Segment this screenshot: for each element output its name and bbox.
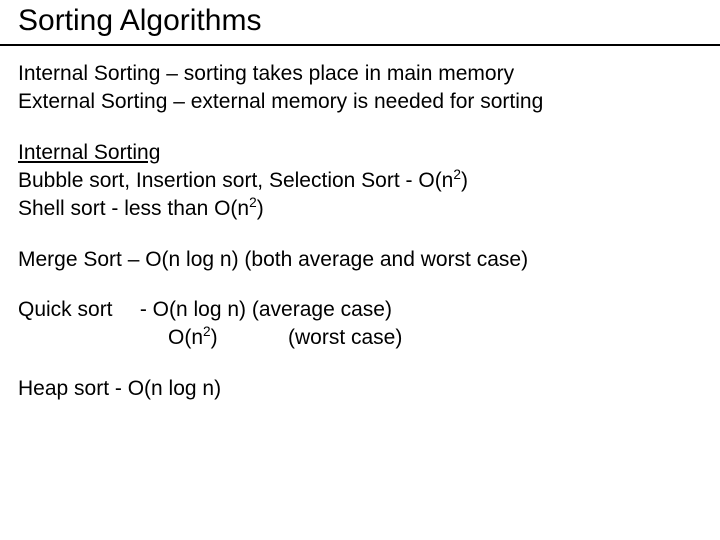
exponent-2: 2 bbox=[453, 167, 461, 182]
simple-sorts-text-b: ) bbox=[461, 169, 468, 192]
definitions-block: Internal Sorting – sorting takes place i… bbox=[18, 60, 702, 117]
shell-sort-line: Shell sort - less than O(n2) bbox=[18, 195, 702, 223]
external-sorting-def: External Sorting – external memory is ne… bbox=[18, 88, 702, 116]
internal-sorting-block: Internal Sorting Bubble sort, Insertion … bbox=[18, 139, 702, 224]
quick-sort-label: Quick sort bbox=[18, 296, 134, 324]
slide-title: Sorting Algorithms bbox=[18, 4, 702, 44]
quick-worst-a: O(n bbox=[168, 326, 203, 349]
internal-sorting-def: Internal Sorting – sorting takes place i… bbox=[18, 60, 702, 88]
slide-body: Internal Sorting – sorting takes place i… bbox=[18, 60, 702, 403]
simple-sorts-text-a: Bubble sort, Insertion sort, Selection S… bbox=[18, 169, 453, 192]
merge-sort-line: Merge Sort – O(n log n) (both average an… bbox=[18, 246, 702, 274]
quick-sort-worst-line: O(n2)(worst case) bbox=[18, 324, 702, 352]
heap-sort-line: Heap sort - O(n log n) bbox=[18, 375, 702, 403]
internal-sorting-heading: Internal Sorting bbox=[18, 139, 702, 167]
shell-sort-text-b: ) bbox=[257, 197, 264, 220]
quick-sort-worst-complexity: O(n2) bbox=[168, 324, 288, 352]
quick-sort-block: Quick sort - O(n log n) (average case) O… bbox=[18, 296, 702, 353]
exponent-2: 2 bbox=[203, 324, 211, 339]
quick-sort-avg-line: Quick sort - O(n log n) (average case) bbox=[18, 296, 702, 324]
quick-worst-b: ) bbox=[211, 326, 218, 349]
simple-sorts-line: Bubble sort, Insertion sort, Selection S… bbox=[18, 167, 702, 195]
slide: Sorting Algorithms Internal Sorting – so… bbox=[0, 0, 720, 540]
quick-sort-worst-label: (worst case) bbox=[288, 326, 402, 349]
exponent-2: 2 bbox=[249, 195, 257, 210]
title-underline bbox=[0, 44, 720, 46]
quick-sort-avg: - O(n log n) (average case) bbox=[140, 298, 392, 321]
shell-sort-text-a: Shell sort - less than O(n bbox=[18, 197, 249, 220]
